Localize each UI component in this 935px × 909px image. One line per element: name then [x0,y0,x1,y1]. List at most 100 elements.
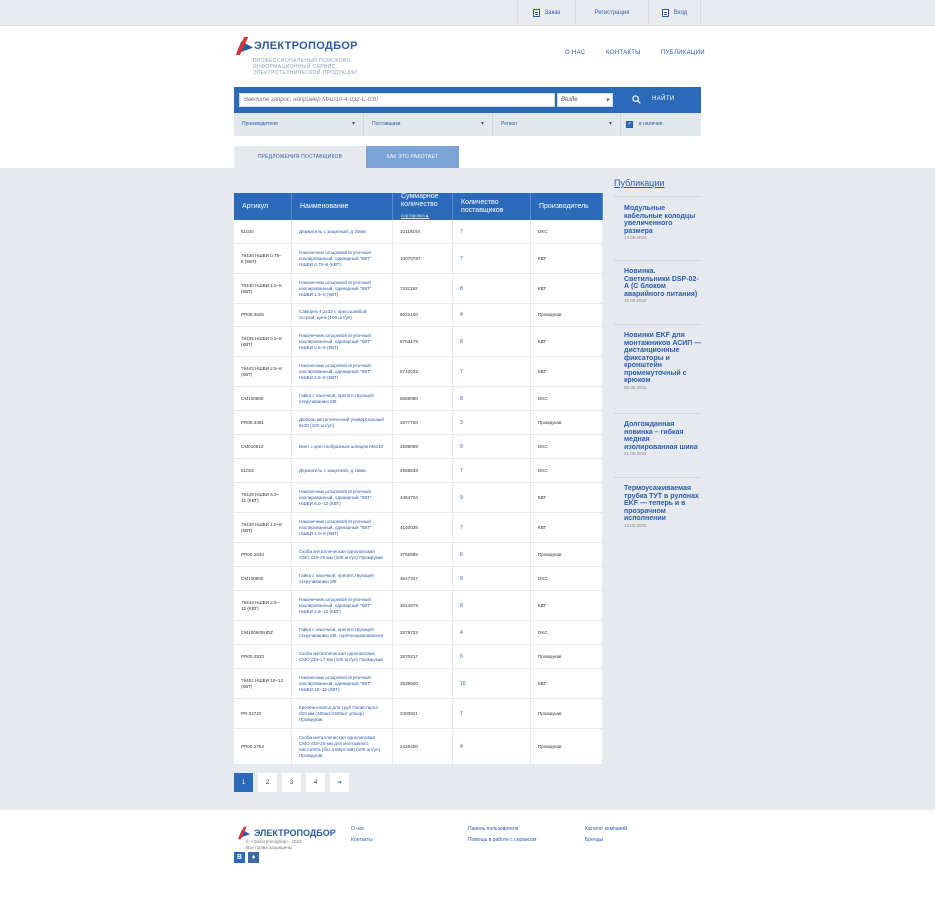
sort-link[interactable]: сортировка▲ [401,212,429,220]
nav-contacts[interactable]: КОНТАКТЫ [606,50,641,56]
col-qty[interactable]: Суммарное количество сортировка▲ [393,193,453,220]
search-icon[interactable] [632,95,641,104]
product-name-link[interactable]: Винт с крестообразным шлицем М6х10 [292,435,393,458]
logo-tagline: ПРОФЕССИОНАЛЬНЫЙ ПОИСКОВО-ИНФОРМАЦИОННЫЙ… [253,58,358,76]
product-name-link[interactable]: Гайка с насечкой, препятствующей откручи… [292,387,393,410]
product-name-link[interactable]: Наконечник штыревой втулочный изолирован… [292,513,393,542]
article-cell: 79443 НШВИ 2.5–8 (КВТ) [234,357,292,386]
product-name-link[interactable]: Крепёж-клипса для труб Полистирол d20 мм… [292,699,393,728]
search-input[interactable] [239,93,555,107]
suppliers-count-link[interactable]: 7 [453,244,531,273]
product-name-link[interactable]: Наконечник штыревой втулочный изолирован… [292,274,393,303]
product-name-link[interactable]: Наконечник штыревой втулочный изолирован… [292,669,393,698]
region-filter[interactable]: Регион ▾ [493,113,621,136]
login-link[interactable]: Вход [648,0,701,26]
col-suppliers[interactable]: Количество поставщиков [453,193,531,220]
product-name-link[interactable]: Наконечник штыревой втулочный изолирован… [292,591,393,620]
manufacturer-filter[interactable]: Производители ▾ [234,113,364,136]
product-name-link[interactable]: Гайка с насечкой, препятствующей откручи… [292,621,393,644]
footer-catalog-link[interactable]: Каталог компаний [585,826,627,832]
article-cell: PR00.2754 [234,729,292,764]
suppliers-count-link[interactable]: 7 [453,699,531,728]
publication-date: 14.06.2022 [624,235,647,240]
maker-cell: КВТ [531,274,603,303]
table-row: CM100600HDZ Гайка с насечкой, препятствую… [234,621,603,645]
publication-item[interactable]: Новинка. Светильники DSP-02-А (С блоком … [624,268,702,303]
product-name-link[interactable]: Наконечник штыревой втулочный изолирован… [292,327,393,356]
publication-item[interactable]: Новинки EKF для монтажников АСИП — диста… [624,332,702,390]
suppliers-count-link[interactable]: 9 [453,435,531,458]
table-row: 79449 НШВИ 6.0–12 (КВТ) Наконечник штырев… [234,483,603,513]
nav-about[interactable]: О НАС [565,50,585,56]
footer-brands-link[interactable]: Бренды [585,837,603,843]
quantity-cell: 7431192 [393,274,453,303]
product-name-link[interactable]: Саморез 4,2х32 с прессшайбой, острый, ци… [292,304,393,326]
suppliers-count-link[interactable]: 6 [453,543,531,566]
order-link[interactable]: Заказ [517,0,575,26]
suppliers-count-link[interactable]: 9 [453,483,531,512]
product-name-link[interactable]: Скоба металлическая однолаповая СМО d19-… [292,543,393,566]
product-name-link[interactable]: Держатель с защелкой, д 20мм [292,220,393,243]
article-cell: PR.02720 [234,699,292,728]
publications-title[interactable]: Публикации [614,178,664,188]
chevron-down-icon: ▾ [351,121,355,127]
divider [614,260,701,261]
suppliers-count-link[interactable]: 4 [453,729,531,764]
in-stock-checkbox[interactable]: ✓ [626,121,633,128]
col-name[interactable]: Наименование [292,193,393,220]
publication-item[interactable]: Термоусаживаемая трубка ТУТ в рулонах EK… [624,485,702,528]
search-button[interactable]: НАЙТИ [652,96,675,102]
supplier-filter[interactable]: Поставщики ▾ [364,113,493,136]
suppliers-count-link[interactable]: 8 [453,591,531,620]
vk-icon[interactable]: В [234,852,245,863]
nav-publications[interactable]: ПУБЛИКАЦИИ [661,50,705,56]
suppliers-count-link[interactable]: 4 [453,621,531,644]
publication-item[interactable]: Долгожданная новинка – гибкая медная изо… [624,421,702,456]
register-link[interactable]: Регистрация [575,0,648,26]
maker-cell: DKC [531,220,603,243]
suppliers-count-link[interactable]: 8 [453,387,531,410]
suppliers-count-link[interactable]: 10 [453,669,531,698]
suppliers-count-link[interactable]: 6 [453,645,531,668]
page-4[interactable]: 4 [306,773,325,792]
suppliers-count-link[interactable]: 7 [453,513,531,542]
footer-help-link[interactable]: Помощь в работе с сервисом [468,837,536,843]
product-name-link[interactable]: Скоба металлическая однолаповая СМО d19-… [292,729,393,764]
suppliers-count-link[interactable]: 7 [453,459,531,482]
table-row: 79443 НШВИ 2.5–8 (КВТ) Наконечник штырево… [234,357,603,387]
footer-panel-link[interactable]: Панель пользователя [468,826,518,832]
suppliers-count-link[interactable]: 9 [453,567,531,590]
page-3[interactable]: 3 [282,773,301,792]
product-name-link[interactable]: Держатель с защелкой, д 16мм [292,459,393,482]
maker-cell: КВТ [531,357,603,386]
product-name-link[interactable]: Наконечник штыревой втулочный изолирован… [292,483,393,512]
suppliers-count-link[interactable]: 7 [453,220,531,243]
page-1[interactable]: 1 [234,773,253,792]
maker-cell: DKC [531,459,603,482]
suppliers-count-link[interactable]: 7 [453,357,531,386]
col-maker[interactable]: Производитель [531,193,603,220]
tab-how-it-works[interactable]: КАК ЭТО РАБОТАЕТ [366,146,459,168]
product-name-link[interactable]: Дюбель металлический универсальный 5х30 … [292,411,393,434]
product-name-link[interactable]: Гайка с насечкой, препятствующей откручи… [292,567,393,590]
footer-about-link[interactable]: О нас [351,826,364,832]
product-name-link[interactable]: Скоба металлическая однолаповая СМО d16-… [292,645,393,668]
page-2[interactable]: 2 [258,773,277,792]
product-name-link[interactable]: Наконечник штыревой втулочный изолирован… [292,357,393,386]
suppliers-count-link[interactable]: 3 [453,411,531,434]
suppliers-count-link[interactable]: 4 [453,304,531,326]
quantity-cell: 2670217 [393,645,453,668]
footer-contacts-link[interactable]: Контакты [351,837,373,843]
tab-offers[interactable]: ПРЕДЛОЖЕНИЯ ПОСТАВЩИКОВ [234,146,366,168]
site-logo[interactable]: ЭЛЕКТРОПОДБОР [234,37,358,55]
col-article[interactable]: Артикул [234,193,292,220]
next-page-arrow-icon[interactable]: ➔ [330,773,349,792]
publication-title: Новинка. Светильники DSP-02-А (С блоком … [624,268,699,298]
social-icon[interactable]: ♦ [248,852,259,863]
publication-item[interactable]: Модульные кабельные колодцы увеличенного… [624,205,702,240]
search-scope-select[interactable]: Везде [557,93,613,107]
product-name-link[interactable]: Наконечник штыревой втулочный изолирован… [292,244,393,273]
table-row: PR08.3481 Дюбель металлический универсаль… [234,411,603,435]
suppliers-count-link[interactable]: 8 [453,274,531,303]
suppliers-count-link[interactable]: 8 [453,327,531,356]
